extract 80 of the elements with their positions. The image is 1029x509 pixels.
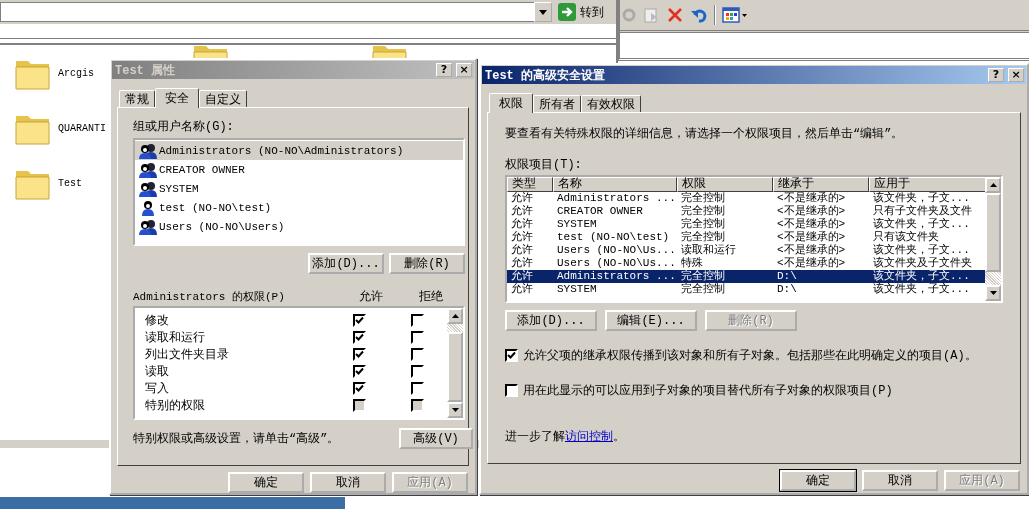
user-item[interactable]: CREATOR OWNER <box>135 160 463 179</box>
scroll-thumb[interactable] <box>985 193 1001 272</box>
dialog-button[interactable]: 删除(R) <box>389 253 465 274</box>
delete-icon[interactable] <box>666 7 684 23</box>
learn-more-text: 进一步了解 <box>505 429 565 445</box>
column-header[interactable]: 权限 <box>677 177 773 192</box>
scrollbar[interactable] <box>985 177 1001 301</box>
close-button[interactable]: × <box>1008 68 1024 82</box>
users-icon <box>139 142 157 159</box>
caret-icon <box>539 9 547 15</box>
tab[interactable]: 所有者 <box>533 95 581 112</box>
dialog-button[interactable]: 取消 <box>310 472 386 493</box>
permission-name: 修改 <box>145 313 170 329</box>
permissions-label: Administrators 的权限(P) <box>133 289 286 304</box>
tab[interactable]: 自定义 <box>199 90 247 107</box>
access-control-link[interactable]: 访问控制 <box>565 428 613 445</box>
table-row[interactable]: 允许 Administrators ... 完全控制 D:\ 该文件夹，子文... <box>507 270 985 283</box>
scrollbar[interactable] <box>447 308 463 418</box>
table-row[interactable]: 允许 test (NO-NO\test) 完全控制 <不是继承的> 只有该文件夹 <box>507 231 985 244</box>
permission-name: 读取和运行 <box>145 330 206 346</box>
column-header: 拒绝 <box>418 288 444 305</box>
table-row[interactable]: 允许 SYSTEM 完全控制 <不是继承的> 该文件夹，子文... <box>507 218 985 231</box>
list-label: 权限项目(T): <box>505 157 583 173</box>
tab[interactable]: 权限 <box>489 93 533 113</box>
tab[interactable]: 安全 <box>155 88 199 108</box>
help-button[interactable]: ? <box>436 63 452 77</box>
views-icon[interactable] <box>722 7 748 23</box>
down-arrow-icon <box>989 291 997 295</box>
permission-name: 列出文件夹目录 <box>145 347 230 363</box>
address-field[interactable] <box>0 2 535 22</box>
users-label: 组或用户名称(G): <box>133 119 235 134</box>
help-button[interactable]: ? <box>988 68 1004 82</box>
permission-name: 写入 <box>145 381 170 397</box>
column-header[interactable]: 应用于 <box>869 177 985 192</box>
dialog-button[interactable]: 编辑(E)... <box>605 310 697 331</box>
checkbox-label: 允许父项的继承权限传播到该对象和所有子对象。包括那些在此明确定义的项目(A)。 <box>523 348 977 364</box>
user-icon <box>139 199 157 216</box>
dropdown-button[interactable] <box>534 2 552 22</box>
user-item[interactable]: SYSTEM <box>135 179 463 198</box>
advanced-button[interactable]: 高级(V) <box>399 428 473 449</box>
period-text: 。 <box>613 429 625 445</box>
intro-text: 要查看有关特殊权限的详细信息，请选择一个权限项目，然后单击“编辑”。 <box>505 126 905 142</box>
dialog-button[interactable]: 取消 <box>862 470 938 491</box>
checkbox-label: 用在此显示的可以应用到子对象的项目替代所有子对象的权限项目(P) <box>523 383 893 399</box>
window-title: Test 属性 <box>115 62 176 79</box>
table-row[interactable]: 允许 Administrators ... 完全控制 <不是继承的> 该文件夹，子文... <box>507 192 985 205</box>
scroll-thumb[interactable] <box>447 332 463 402</box>
users-icon <box>139 218 157 235</box>
window-title: Test 的高级安全设置 <box>485 67 606 84</box>
checkbox[interactable] <box>505 349 518 362</box>
user-item[interactable]: Users (NO-NO\Users) <box>135 217 463 236</box>
tab[interactable]: 有效权限 <box>581 95 641 112</box>
arrow-icon <box>558 3 576 21</box>
column-header[interactable]: 名称 <box>553 177 677 192</box>
user-item[interactable]: test (NO-NO\test) <box>135 198 463 217</box>
users-icon <box>139 161 157 178</box>
table-row[interactable]: 允许 Users (NO-NO\Us... 特殊 <不是继承的> 该文件夹及子文件夹 <box>507 257 985 270</box>
up-arrow-icon <box>989 183 997 187</box>
dialog-button[interactable]: 添加(D)... <box>505 310 597 331</box>
scroll-track[interactable] <box>447 324 463 332</box>
users-icon <box>139 180 157 197</box>
table-row[interactable]: 允许 Users (NO-NO\Us... 读取和运行 <不是继承的> 该文件夹，子文... <box>507 244 985 257</box>
user-item[interactable]: Administrators (NO-NO\Administrators) <box>135 141 463 160</box>
tab[interactable]: 常规 <box>119 90 155 107</box>
hint-text: 特别权限或高级设置，请单击“高级”。 <box>133 431 340 447</box>
dialog-button[interactable]: 确定 <box>228 472 304 493</box>
undo-icon[interactable] <box>690 7 708 23</box>
up-arrow-icon <box>451 314 459 318</box>
table-row[interactable]: 允许 CREATOR OWNER 完全控制 <不是继承的> 只有子文件夹及文件 <box>507 205 985 218</box>
close-button[interactable]: × <box>456 63 472 77</box>
permission-name: 特别的权限 <box>145 398 206 414</box>
table-row[interactable]: 允许 SYSTEM 完全控制 D:\ 该文件夹，子文... <box>507 283 985 296</box>
checkbox[interactable] <box>505 384 518 397</box>
column-header: 允许 <box>358 288 384 305</box>
column-header[interactable]: 类型 <box>507 177 553 192</box>
column-header[interactable]: 继承于 <box>773 177 869 192</box>
permission-name: 读取 <box>145 364 170 380</box>
down-arrow-icon <box>451 408 459 412</box>
dialog-button[interactable]: 确定 <box>780 470 856 491</box>
dialog-button[interactable]: 添加(D)... <box>308 253 384 274</box>
